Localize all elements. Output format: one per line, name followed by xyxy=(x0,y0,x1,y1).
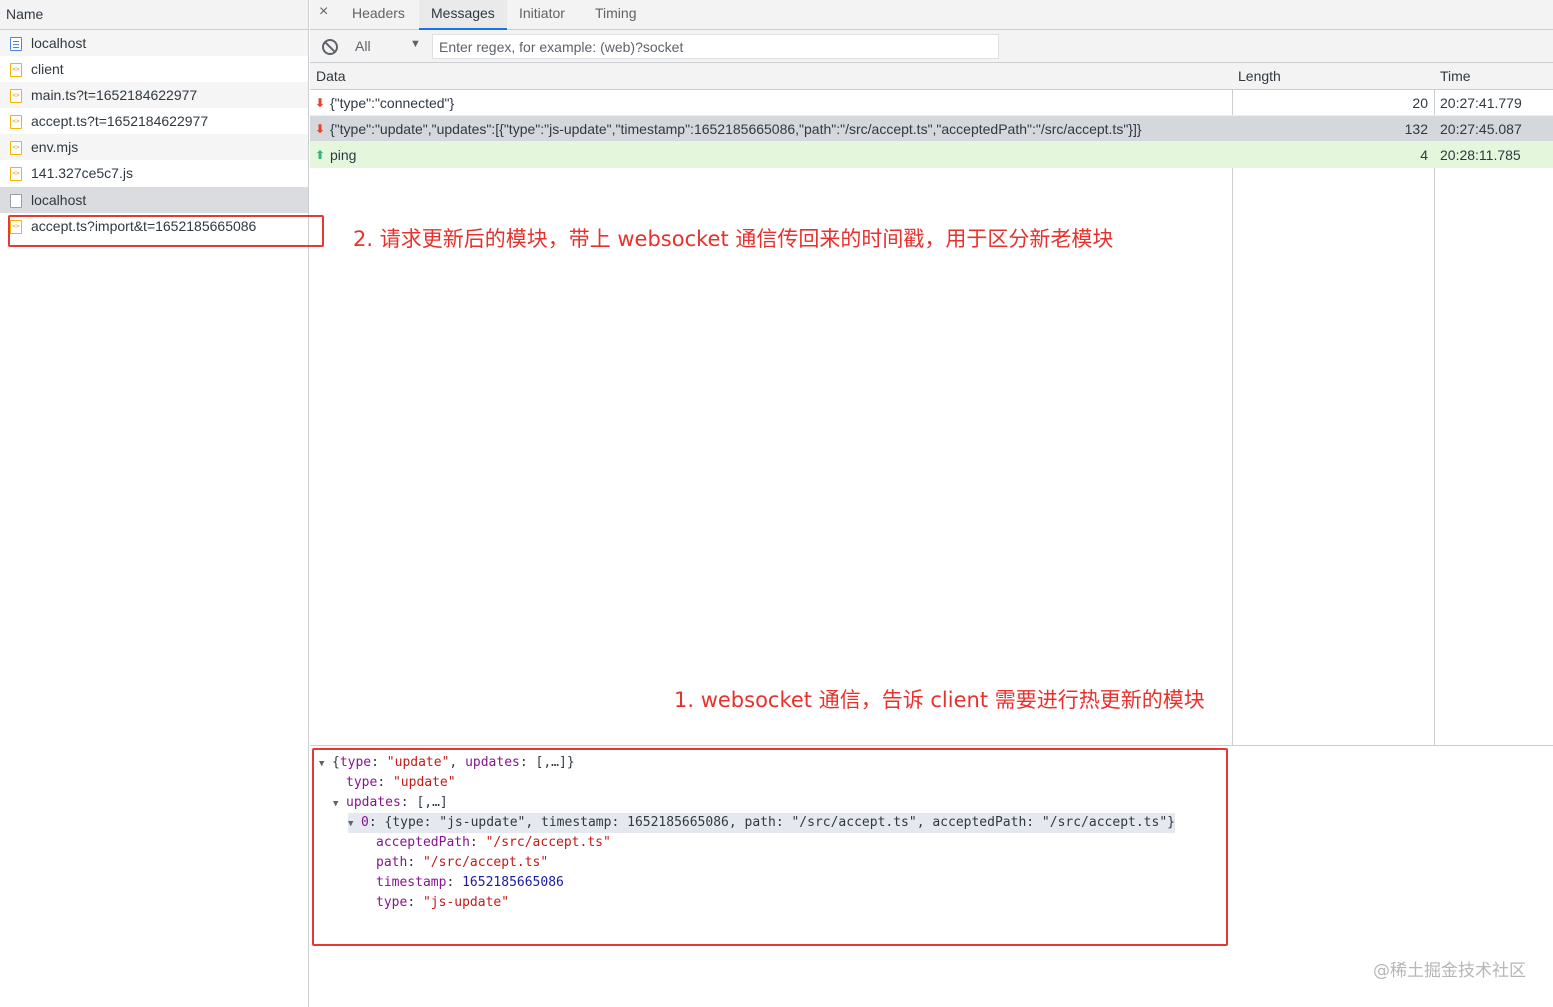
tab-timing[interactable]: Timing xyxy=(595,0,637,30)
dropdown-caret-icon[interactable]: ▼ xyxy=(410,38,421,50)
request-name: main.ts?t=1652184622977 xyxy=(31,87,198,104)
script-icon xyxy=(10,63,22,78)
request-list: localhost client main.ts?t=1652184622977 ac… xyxy=(0,30,308,239)
message-length: 132 xyxy=(1404,121,1428,137)
request-row[interactable]: client xyxy=(0,56,308,82)
script-icon xyxy=(10,141,22,156)
sent-arrow-icon: ⬆ xyxy=(315,148,326,162)
received-arrow-icon: ⬇ xyxy=(315,122,326,136)
name-column-header[interactable]: Name xyxy=(0,0,308,30)
message-time: 20:28:11.785 xyxy=(1440,147,1521,163)
message-length: 20 xyxy=(1412,95,1428,111)
watermark: @稀土掘金技术社区 xyxy=(1373,961,1526,981)
column-header-data[interactable]: Data xyxy=(310,63,346,89)
message-filter-bar: All ▼ xyxy=(310,30,1553,63)
request-row[interactable]: env.mjs xyxy=(0,134,308,161)
column-header-length[interactable]: Length xyxy=(1232,63,1281,89)
tab-messages[interactable]: Messages xyxy=(419,0,507,30)
annotation-note-1: 1. websocket 通信，告诉 client 需要进行热更新的模块 xyxy=(674,688,1205,712)
request-row[interactable]: 141.327ce5c7.js xyxy=(0,160,308,186)
message-time: 20:27:45.087 xyxy=(1440,121,1522,137)
document-icon xyxy=(10,37,22,51)
message-data: {"type":"connected"} xyxy=(330,95,455,111)
request-list-panel: Name localhost client main.ts?t=1652184622… xyxy=(0,0,309,1007)
request-name: accept.ts?t=1652184622977 xyxy=(31,113,209,130)
request-name: env.mjs xyxy=(31,139,79,156)
received-arrow-icon: ⬇ xyxy=(315,96,326,110)
message-time: 20:27:41.779 xyxy=(1440,95,1522,111)
message-data: ping xyxy=(330,147,357,163)
message-row[interactable]: ⬇ {"type":"connected"} 20 20:27:41.779 xyxy=(310,90,1553,116)
request-name: 141.327ce5c7.js xyxy=(31,165,133,182)
message-row[interactable]: ⬆ ping 4 20:28:11.785 xyxy=(310,142,1553,168)
request-row[interactable]: accept.ts?t=1652184622977 xyxy=(0,108,308,134)
annotation-box-request xyxy=(8,215,324,247)
tab-headers[interactable]: Headers xyxy=(352,0,405,30)
annotation-box-detail xyxy=(312,748,1228,946)
regex-filter-input[interactable] xyxy=(432,34,999,59)
message-row[interactable]: ⬇ {"type":"update","updates":[{"type":"js… xyxy=(310,116,1553,142)
column-header-time[interactable]: Time xyxy=(1434,63,1471,89)
script-icon xyxy=(10,89,22,104)
grid-header: Data Length Time xyxy=(310,63,1553,90)
message-data: {"type":"update","updates":[{"type":"js-… xyxy=(330,121,1142,137)
tab-initiator[interactable]: Initiator xyxy=(519,0,565,30)
close-icon[interactable]: × xyxy=(319,3,328,21)
request-row[interactable]: main.ts?t=1652184622977 xyxy=(0,82,308,109)
websocket-icon xyxy=(10,193,22,208)
request-name: localhost xyxy=(31,35,87,51)
message-rows: ⬇ {"type":"connected"} 20 20:27:41.779 ⬇ {"ty… xyxy=(310,90,1553,168)
messages-grid: Data Length Time ⬇ {"type":"connected"} 20… xyxy=(310,63,1553,746)
script-icon xyxy=(10,167,22,182)
annotation-note-2: 2. 请求更新后的模块，带上 websocket 通信传回来的时间戳，用于区分新… xyxy=(353,227,1114,251)
request-name: client xyxy=(31,61,64,78)
script-icon xyxy=(10,115,22,130)
request-name: localhost xyxy=(31,191,87,208)
request-row[interactable]: localhost xyxy=(0,30,308,57)
message-type-select[interactable]: All xyxy=(355,38,371,54)
message-length: 4 xyxy=(1420,147,1428,163)
request-row[interactable]: localhost xyxy=(0,186,308,213)
details-tabbar: × Headers Messages Initiator Timing xyxy=(310,0,1553,30)
clear-messages-icon[interactable] xyxy=(322,39,338,55)
